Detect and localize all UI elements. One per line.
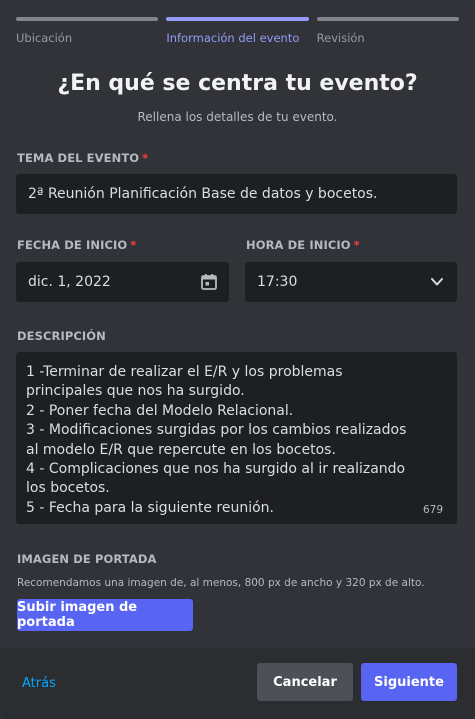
topic-input[interactable]: 2ª Reunión Planificación Base de datos y…: [16, 174, 457, 214]
step-label: Información del evento: [166, 31, 300, 45]
cancel-button[interactable]: Cancelar: [257, 663, 353, 701]
chevron-down-icon: [431, 278, 443, 286]
start-time-label: HORA DE INICIO *: [246, 238, 360, 252]
step-progress-bar: [16, 17, 159, 21]
back-link[interactable]: Atrás: [22, 676, 56, 691]
next-button[interactable]: Siguiente: [361, 663, 457, 701]
required-mark: *: [353, 238, 360, 252]
topic-label-text: TEMA DEL EVENTO: [17, 151, 140, 165]
topic-label: TEMA DEL EVENTO *: [17, 151, 148, 165]
topic-value: 2ª Reunión Planificación Base de datos y…: [28, 186, 378, 202]
calendar-icon[interactable]: [199, 272, 219, 292]
step-location[interactable]: Ubicación: [16, 17, 159, 45]
step-label: Ubicación: [16, 31, 73, 45]
description-value: 1 -Terminar de realizar el E/R y los pro…: [26, 364, 407, 516]
required-mark: *: [142, 151, 149, 165]
start-date-label-text: FECHA DE INICIO: [17, 238, 128, 252]
description-textarea[interactable]: 1 -Terminar de realizar el E/R y los pro…: [16, 352, 457, 524]
description-label: DESCRIPCIÓN: [17, 329, 106, 343]
create-event-modal: Ubicación Información del evento Revisió…: [0, 0, 475, 719]
start-date-picker[interactable]: dic. 1, 2022: [16, 262, 229, 302]
step-progress-bar: [316, 17, 459, 21]
start-time-label-text: HORA DE INICIO: [246, 238, 351, 252]
step-event-info[interactable]: Información del evento: [166, 17, 309, 45]
upload-cover-button[interactable]: Subir imagen de portada: [17, 599, 193, 631]
required-mark: *: [130, 238, 137, 252]
start-date-value: dic. 1, 2022: [28, 274, 111, 290]
modal-subtitle: Rellena los detalles de tu evento.: [137, 110, 338, 124]
start-date-label: FECHA DE INICIO *: [17, 238, 136, 252]
start-time-value: 17:30: [257, 274, 298, 290]
cover-image-label: IMAGEN DE PORTADA: [17, 552, 157, 566]
cover-image-hint: Recomendamos una imagen de, al menos, 80…: [17, 577, 425, 589]
stepper: Ubicación Información del evento Revisió…: [16, 17, 459, 45]
step-review[interactable]: Revisión: [316, 17, 459, 45]
step-label: Revisión: [316, 31, 365, 45]
modal-title: ¿En qué se centra tu evento?: [57, 71, 418, 96]
step-progress-bar: [166, 17, 309, 21]
remaining-char-count: 679: [422, 504, 443, 516]
start-time-select[interactable]: 17:30: [245, 262, 457, 302]
